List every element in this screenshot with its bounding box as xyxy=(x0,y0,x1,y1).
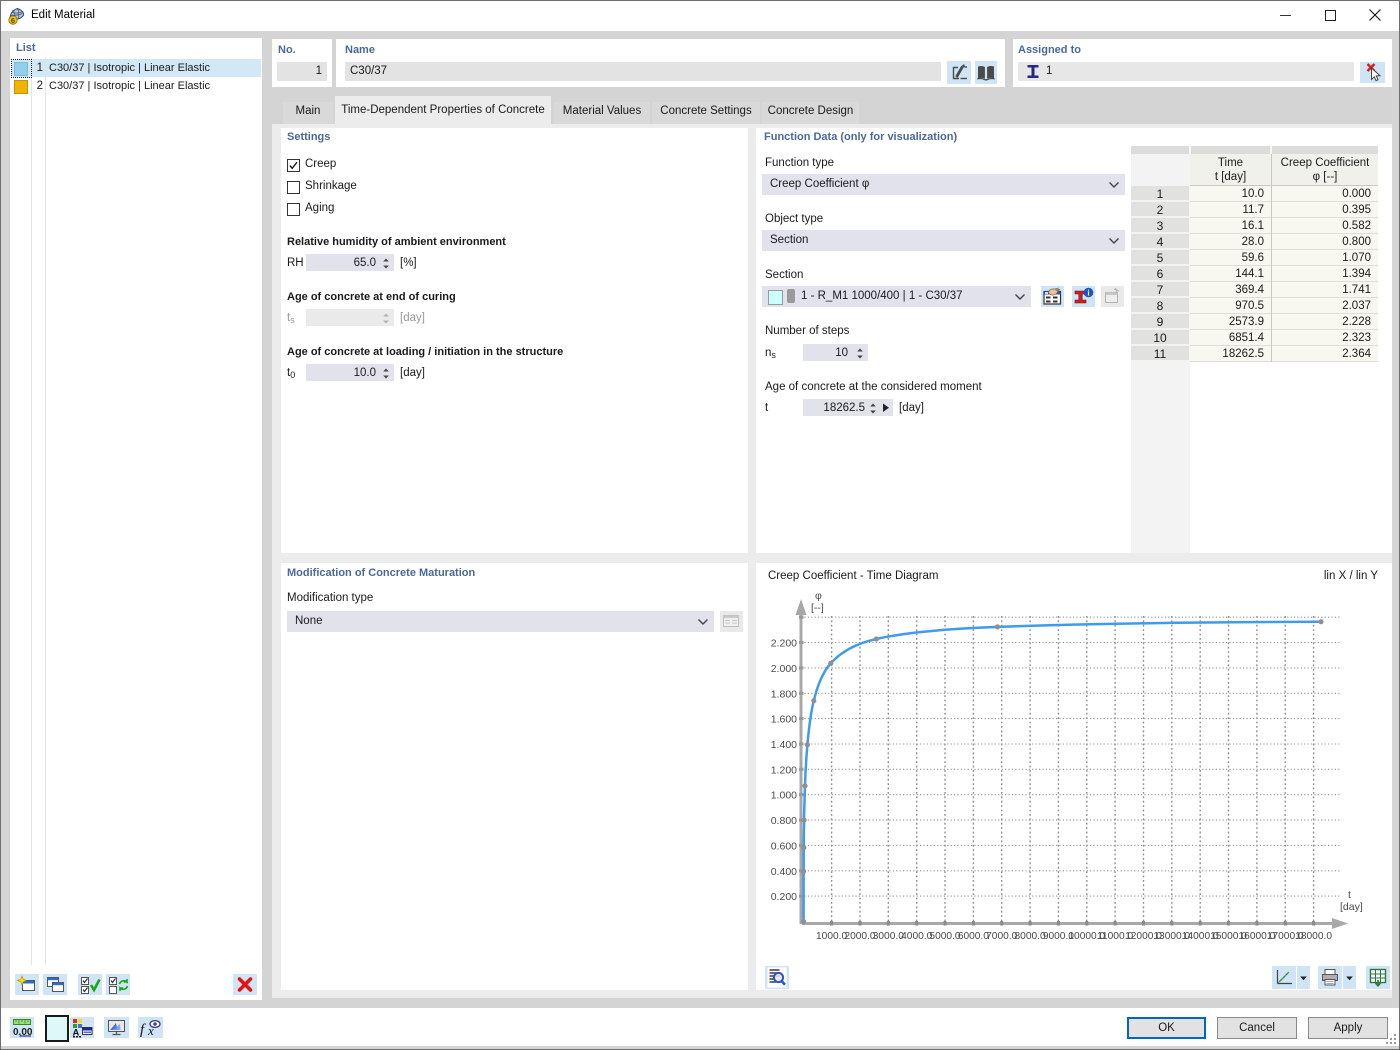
svg-text:0.400: 0.400 xyxy=(771,866,797,878)
svg-text:6: 6 xyxy=(11,16,15,25)
svg-text:t: t xyxy=(1348,889,1351,901)
svg-text:1.400: 1.400 xyxy=(771,739,797,751)
svg-text:2.200: 2.200 xyxy=(771,638,797,650)
svg-text:3000.0: 3000.0 xyxy=(873,931,904,942)
svg-text:2000.0: 2000.0 xyxy=(844,931,875,942)
svg-text:6000.0: 6000.0 xyxy=(958,931,989,942)
svg-text:[day]: [day] xyxy=(1340,901,1363,913)
svg-text:0.800: 0.800 xyxy=(771,815,797,827)
svg-text:1.800: 1.800 xyxy=(771,688,797,700)
svg-text:1000.0: 1000.0 xyxy=(816,931,847,942)
svg-text:φ: φ xyxy=(815,590,822,602)
svg-text:4000.0: 4000.0 xyxy=(901,931,932,942)
svg-text:1.000: 1.000 xyxy=(771,790,797,802)
svg-text:[--]: [--] xyxy=(811,602,824,614)
svg-text:0.600: 0.600 xyxy=(771,840,797,852)
svg-text:2.000: 2.000 xyxy=(771,663,797,675)
svg-text:1.200: 1.200 xyxy=(771,764,797,776)
svg-text:5000.0: 5000.0 xyxy=(929,931,960,942)
svg-text:7000.0: 7000.0 xyxy=(986,931,1017,942)
svg-text:0.200: 0.200 xyxy=(771,891,797,903)
svg-text:8000.0: 8000.0 xyxy=(1015,931,1046,942)
svg-text:1.600: 1.600 xyxy=(771,714,797,726)
svg-text:f: f xyxy=(140,1022,146,1038)
svg-text:18000.0: 18000.0 xyxy=(1295,931,1332,942)
